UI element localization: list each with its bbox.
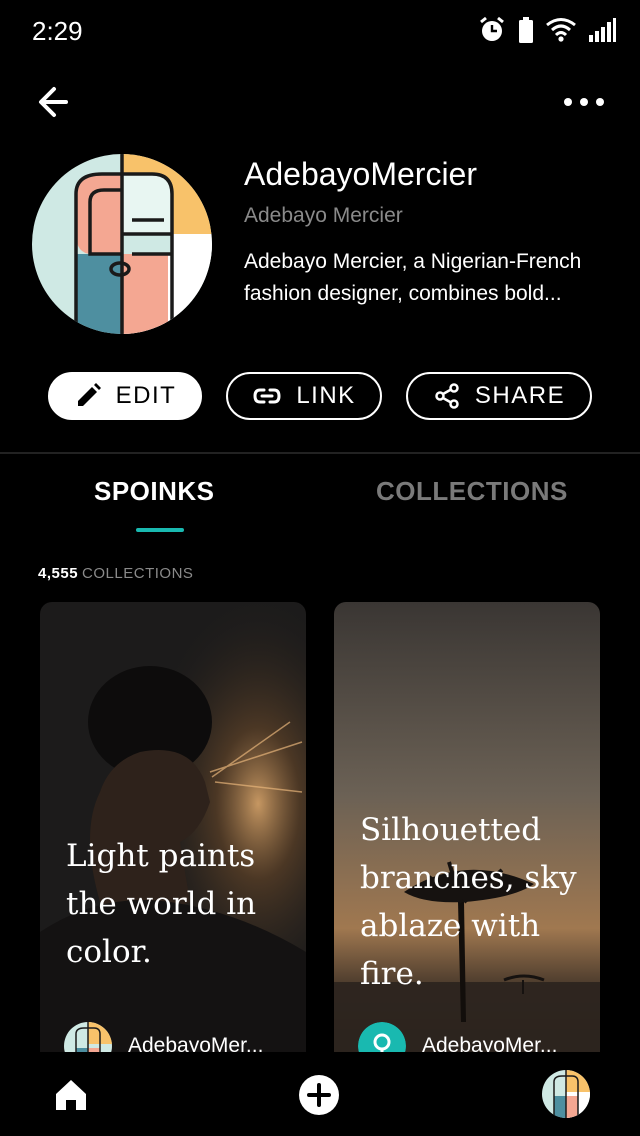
nav-profile-avatar[interactable]	[542, 1070, 590, 1118]
signal-icon	[589, 18, 616, 42]
pencil-icon	[77, 383, 101, 406]
share-label: SHARE	[474, 382, 566, 409]
profile-bio[interactable]: Adebayo Mercier, a Nigerian-French fashi…	[244, 246, 614, 310]
more-horizontal-icon	[564, 98, 604, 106]
link-icon	[253, 388, 281, 404]
card-caption: Light paints the world in color.	[66, 838, 257, 970]
status-time: 2:29	[32, 16, 83, 46]
share-button[interactable]: SHARE	[406, 372, 592, 420]
battery-icon	[519, 17, 533, 43]
profile-username: AdebayoMercier	[244, 156, 477, 192]
arrow-left-icon	[39, 87, 68, 117]
collections-count-number: 4,555	[38, 565, 79, 582]
profile-actions: EDIT LINK SHARE	[48, 372, 592, 420]
link-label: LINK	[296, 382, 356, 409]
home-icon	[56, 1080, 86, 1110]
back-button[interactable]	[32, 84, 80, 120]
profile-avatar[interactable]	[32, 154, 212, 334]
card-caption: Silhouetted branches, sky ablaze with fi…	[360, 812, 577, 992]
spoink-card[interactable]: Silhouetted branches, sky ablaze with fi…	[334, 602, 600, 1082]
nav-home-button[interactable]	[52, 1076, 90, 1114]
link-button[interactable]: LINK	[226, 372, 382, 420]
status-icons	[478, 16, 616, 44]
wifi-icon	[546, 18, 576, 42]
profile-tabs: SPOINKS COLLECTIONS	[0, 454, 640, 546]
spoink-card[interactable]: Light paints the world in color. Adebayo…	[40, 602, 306, 1082]
tab-active-indicator	[136, 528, 184, 532]
collections-count: 4,555 COLLECTIONS	[38, 565, 193, 582]
profile-display-name: Adebayo Mercier	[244, 204, 403, 227]
profile-info: AdebayoMercier Adebayo Mercier Adebayo M…	[244, 154, 614, 310]
nav-add-button[interactable]	[298, 1074, 340, 1116]
tab-collections[interactable]: COLLECTIONS	[376, 476, 568, 507]
collections-count-label: COLLECTIONS	[82, 565, 194, 582]
edit-button[interactable]: EDIT	[48, 372, 202, 420]
share-icon	[435, 383, 459, 409]
more-options-button[interactable]	[560, 88, 608, 116]
bottom-nav	[0, 1052, 640, 1136]
alarm-icon	[480, 16, 504, 41]
add-icon	[299, 1075, 339, 1115]
status-bar: 2:29	[0, 0, 640, 64]
edit-label: EDIT	[115, 382, 177, 409]
tab-spoinks[interactable]: SPOINKS	[94, 476, 215, 507]
top-bar	[0, 70, 640, 134]
